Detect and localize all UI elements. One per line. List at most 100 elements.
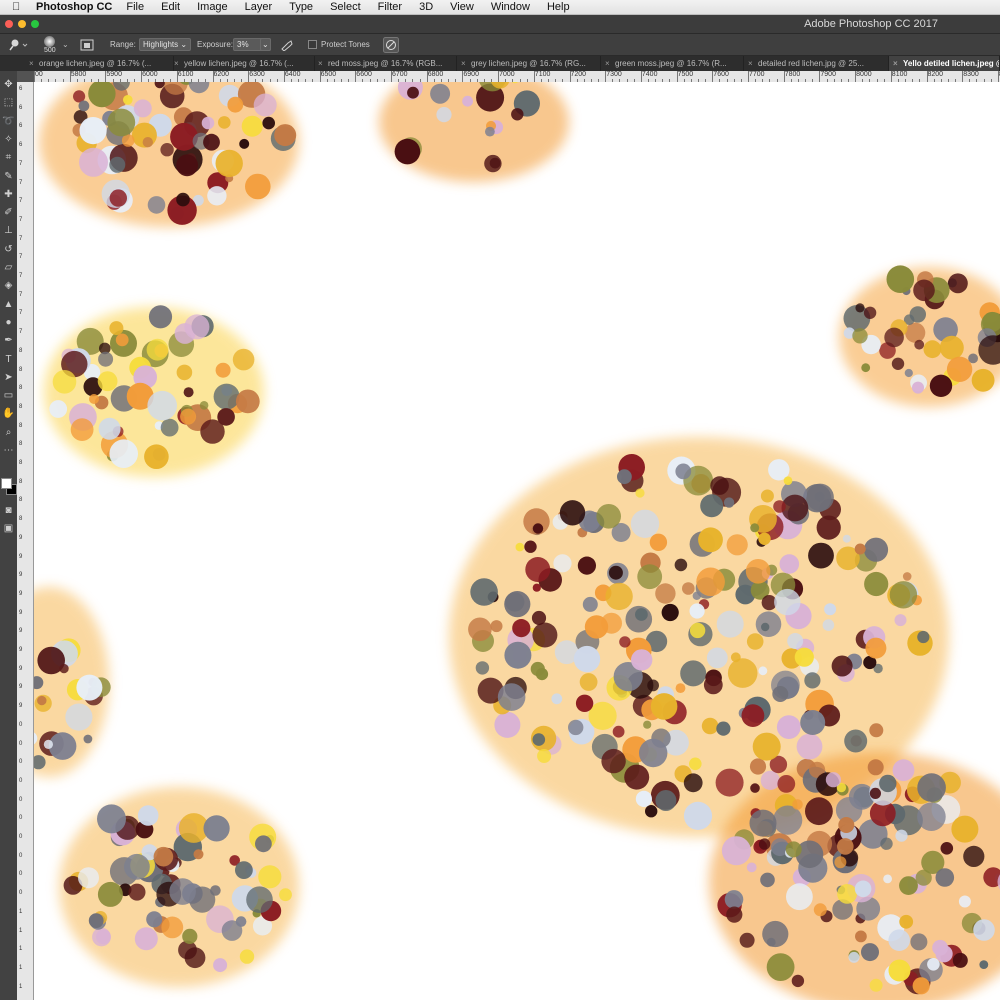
lichen-spot xyxy=(193,849,204,860)
menu-view[interactable]: View xyxy=(450,1,474,13)
document-canvas[interactable] xyxy=(34,82,1000,1000)
ruler-tick-label: 6400 xyxy=(284,71,301,78)
quick-mask-icon[interactable]: ◙ xyxy=(1,503,16,518)
close-tab-icon[interactable]: × xyxy=(318,56,323,71)
ruler-tick-label: 0 xyxy=(19,834,23,840)
hand-icon[interactable]: ✋ xyxy=(1,406,16,421)
ruler-tick-label: 1 xyxy=(19,908,23,915)
lichen-spot xyxy=(490,620,503,633)
lichen-spot xyxy=(675,683,686,693)
chevron-down-icon[interactable]: ⌄ xyxy=(62,34,69,55)
menu-image[interactable]: Image xyxy=(197,1,228,13)
airbrush-icon[interactable] xyxy=(280,34,294,55)
brush-icon[interactable]: ✐ xyxy=(1,205,16,220)
lichen-spot xyxy=(848,951,860,963)
close-tab-icon[interactable]: × xyxy=(605,56,610,71)
tab-yellow-detailed-lichen[interactable]: × Yello detiled lichen.jpeg @ 16... xyxy=(889,56,1000,71)
rectangle-icon[interactable]: ▭ xyxy=(1,388,16,403)
lichen-spot xyxy=(761,622,770,632)
lichen-spot xyxy=(221,920,243,941)
lichen-spot xyxy=(494,711,521,738)
tab-grey-lichen[interactable]: × grey lichen.jpeg @ 16.7% (RG... xyxy=(457,56,601,71)
close-tab-icon[interactable]: × xyxy=(893,56,898,71)
lichen-spot xyxy=(635,790,653,808)
healing-icon[interactable]: ✚ xyxy=(1,187,16,202)
eyedropper-icon[interactable]: ✎ xyxy=(1,169,16,184)
history-brush-icon[interactable]: ↺ xyxy=(1,242,16,257)
menu-type[interactable]: Type xyxy=(289,1,313,13)
menu-help[interactable]: Help xyxy=(547,1,570,13)
minimize-window-button[interactable] xyxy=(18,20,26,28)
crop-icon[interactable]: ⌗ xyxy=(1,150,16,165)
ruler-tick-label: 6200 xyxy=(213,71,230,78)
lichen-spot xyxy=(239,949,255,964)
menu-file[interactable]: File xyxy=(126,1,144,13)
close-tab-icon[interactable]: × xyxy=(461,56,466,71)
lichen-spot xyxy=(777,775,796,793)
tab-green-moss[interactable]: × green moss.jpeg @ 16.7% (R... xyxy=(601,56,744,71)
lichen-spot xyxy=(134,927,158,951)
brush-panel-icon[interactable] xyxy=(80,34,94,55)
lasso-icon[interactable]: ➰ xyxy=(1,114,16,129)
lichen-spot xyxy=(109,189,128,207)
lichen-spot xyxy=(146,338,169,361)
lichen-spot xyxy=(842,534,851,543)
tab-orange-lichen[interactable]: × orange lichen.jpeg @ 16.7% (... xyxy=(25,56,174,71)
lichen-spot xyxy=(575,694,594,712)
dodge-tool-icon[interactable] xyxy=(6,34,28,55)
menu-select[interactable]: Select xyxy=(330,1,361,13)
lichen-spot xyxy=(128,883,146,901)
tab-red-moss[interactable]: × red moss.jpeg @ 16.7% (RGB... xyxy=(314,56,457,71)
ruler-tick xyxy=(533,71,535,82)
lichen-spot xyxy=(235,389,260,414)
tab-yellow-lichen[interactable]: × yellow lichen.jpeg @ 16.7% (... xyxy=(170,56,315,71)
lichen-spot xyxy=(582,596,598,612)
eraser-icon[interactable]: ▱ xyxy=(1,260,16,275)
lichen-spot xyxy=(568,719,584,736)
protect-tones-checkbox[interactable]: Protect Tones xyxy=(308,34,370,55)
soft-brush-icon xyxy=(44,35,56,47)
lichen-spot xyxy=(133,99,152,118)
close-tab-icon[interactable]: × xyxy=(748,56,753,71)
lichen-spot xyxy=(939,335,964,360)
color-swatches[interactable] xyxy=(1,476,17,496)
checkbox-box xyxy=(308,40,317,49)
close-window-button[interactable] xyxy=(5,20,13,28)
lichen-spot xyxy=(952,952,968,968)
close-tab-icon[interactable]: × xyxy=(29,56,34,71)
bucket-icon[interactable]: ◈ xyxy=(1,278,16,293)
pressure-size-icon[interactable] xyxy=(383,34,399,55)
app-name[interactable]: Photoshop CC xyxy=(36,1,112,13)
menu-window[interactable]: Window xyxy=(491,1,530,13)
lichen-spot xyxy=(596,504,621,529)
exposure-dropdown-button[interactable]: ⌄ xyxy=(260,38,271,51)
move-icon[interactable]: ✥ xyxy=(1,77,16,92)
magic-wand-icon[interactable]: ✧ xyxy=(1,132,16,147)
more-icon[interactable]: ⋯ xyxy=(1,443,16,458)
menu-3d[interactable]: 3D xyxy=(419,1,433,13)
dodge-icon[interactable]: ● xyxy=(1,315,16,330)
menu-edit[interactable]: Edit xyxy=(161,1,180,13)
lichen-spot xyxy=(779,554,800,574)
screen-mode-icon[interactable]: ▣ xyxy=(1,521,16,536)
stamp-icon[interactable]: ⊥ xyxy=(1,223,16,238)
foreground-color-swatch[interactable] xyxy=(1,478,12,489)
lichen-spot xyxy=(142,137,153,148)
pen-icon[interactable]: ✒ xyxy=(1,333,16,348)
path-select-icon[interactable]: ➤ xyxy=(1,370,16,385)
zoom-icon[interactable]: ⌕ xyxy=(1,425,16,440)
zoom-window-button[interactable] xyxy=(31,20,39,28)
menu-layer[interactable]: Layer xyxy=(245,1,273,13)
range-dropdown[interactable]: Highlights ⌄ xyxy=(139,38,192,51)
close-tab-icon[interactable]: × xyxy=(174,56,179,71)
ruler-tick xyxy=(355,71,357,82)
type-icon[interactable]: T xyxy=(1,352,16,367)
marquee-icon[interactable]: ⬚ xyxy=(1,95,16,110)
menu-filter[interactable]: Filter xyxy=(378,1,402,13)
tab-detailed-red-lichen[interactable]: × detailed red lichen.jpg @ 25... xyxy=(744,56,889,71)
lichen-spot xyxy=(645,805,658,818)
blur-icon[interactable]: ▲ xyxy=(1,297,16,312)
apple-icon[interactable]:  xyxy=(12,1,24,13)
lichen-spot xyxy=(884,327,904,348)
brush-preset-picker[interactable]: 500 xyxy=(44,34,56,55)
